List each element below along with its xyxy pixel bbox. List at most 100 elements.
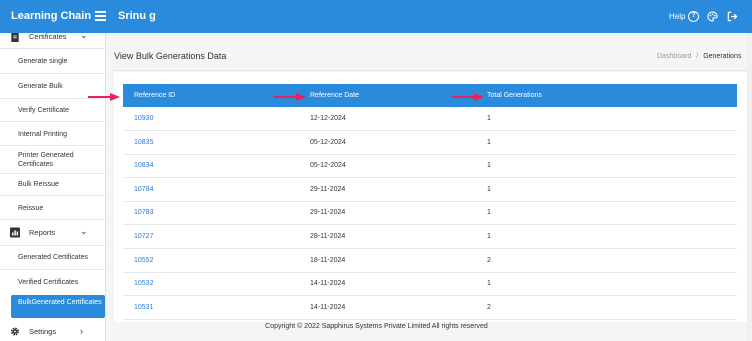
reference-id-link[interactable]: 10783	[134, 209, 153, 216]
sidebar-section-label: Reports	[29, 228, 56, 237]
gear-icon	[11, 327, 19, 336]
column-header-reference-id[interactable]: Reference ID	[134, 92, 175, 99]
sidebar-item-label: Generated Certificates	[18, 254, 89, 261]
sidebar-item-generate-bulk[interactable]: Generate Bulk	[0, 82, 105, 91]
table-row: 10532 14-11-2024 1	[123, 272, 737, 297]
reference-id-link[interactable]: 10784	[134, 186, 153, 193]
column-header-total-generations[interactable]: Total Generations	[487, 92, 542, 99]
sidebar-item-internal-printing[interactable]: Internal Printing	[0, 130, 105, 139]
divider	[0, 145, 105, 146]
scrollbar[interactable]	[747, 33, 752, 341]
table-row: 10783 29-11-2024 1	[123, 201, 737, 226]
total-generations-cell: 1	[487, 162, 491, 170]
sidebar-item-printer-generated[interactable]: Printer Generated Certificates	[0, 151, 90, 169]
total-generations-cell: 1	[487, 115, 491, 122]
sidebar-item-label: Generate single	[18, 58, 68, 65]
document-icon	[11, 33, 19, 42]
sidebar-item-label: Verify Certificate	[18, 107, 69, 114]
total-generations-cell: 1	[487, 185, 491, 193]
sidebar-section-label: Settings	[29, 327, 57, 336]
sidebar-item-label: Verified Certificates	[18, 279, 79, 286]
total-generations-cell: 1	[487, 280, 491, 288]
table-row: 10784 29-11-2024 1	[123, 178, 737, 202]
sidebar-item-bulk-reissue[interactable]: Bulk Reissue	[0, 180, 105, 189]
sidebar-section-reports[interactable]: Reports ⌄	[0, 224, 105, 242]
table-row: 10552 18-11-2024 2	[123, 249, 737, 273]
annotation-arrow-icon	[452, 93, 484, 101]
sidebar-item-reissue[interactable]: Reissue	[0, 204, 105, 213]
reference-date-cell: 14-11-2024	[310, 280, 346, 288]
sidebar-item-label: Bulk Reissue	[18, 181, 59, 188]
reference-date-cell: 18-11-2024	[310, 256, 346, 264]
chart-icon	[10, 227, 20, 238]
reference-date-cell: 05-12-2024	[310, 138, 346, 146]
divider	[0, 195, 105, 196]
table-row: 10834 05-12-2024 1	[123, 154, 737, 179]
total-generations-cell: 2	[487, 256, 491, 264]
breadcrumb-dashboard[interactable]: Dashboard	[657, 53, 691, 60]
divider	[0, 219, 105, 220]
sidebar-item-label: Printer Generated Certificates	[18, 152, 74, 168]
divider	[0, 269, 105, 270]
divider	[0, 73, 105, 74]
sidebar-item-generated-certificates[interactable]: Generated Certificates	[0, 253, 105, 262]
chevron-down-icon: ⌄	[80, 226, 88, 236]
table-header: Reference ID Reference Date Total Genera…	[123, 84, 737, 107]
sidebar-item-label: Generate Bulk	[18, 83, 63, 90]
generations-table-card: Reference ID Reference Date Total Genera…	[114, 72, 748, 322]
sidebar: Certificates ⌄ Generate single Generate …	[0, 33, 106, 341]
user-name: Srinu g	[118, 10, 156, 22]
reference-id-link[interactable]: 10835	[134, 139, 153, 146]
divider	[0, 48, 105, 49]
reference-date-cell: 29-11-2024	[310, 209, 346, 217]
sidebar-item-verify-certificate[interactable]: Verify Certificate	[0, 106, 105, 115]
divider	[0, 173, 105, 174]
reference-date-cell: 05-12-2024	[310, 162, 346, 170]
annotation-arrow-icon	[88, 93, 120, 101]
sidebar-item-label: Internal Printing	[18, 131, 68, 138]
reference-id-link[interactable]: 10532	[134, 280, 153, 287]
annotation-arrow-icon	[274, 93, 306, 101]
table-row: 10930 12-12-2024 1	[123, 107, 737, 131]
top-bar: Learning Chain Srinu g Help ?	[0, 0, 752, 33]
reference-id-link[interactable]: 10727	[134, 233, 153, 240]
sidebar-section-certificates[interactable]: Certificates ⌄	[0, 33, 105, 46]
table-row: 10727 28-11-2024 1	[123, 225, 737, 249]
reference-date-cell: 14-11-2024	[310, 303, 346, 311]
reference-date-cell: 28-11-2024	[310, 233, 346, 240]
total-generations-cell: 1	[487, 233, 491, 240]
reference-id-link[interactable]: 10531	[134, 304, 153, 311]
total-generations-cell: 1	[487, 209, 491, 217]
reference-date-cell: 29-11-2024	[310, 185, 346, 193]
hamburger-menu-icon[interactable]	[95, 11, 106, 21]
total-generations-cell: 1	[487, 138, 491, 146]
sidebar-item-verified-certificates[interactable]: Verified Certificates	[0, 278, 105, 287]
footer-copyright: Copyright © 2022 Sapphirus Systems Priva…	[265, 323, 488, 330]
sidebar-item-bulkgenerated-certificates[interactable]: BulkGenerated Certificates	[11, 295, 105, 318]
brand-logo[interactable]: Learning Chain	[11, 10, 91, 22]
help-icon[interactable]: ?	[688, 11, 699, 22]
sidebar-section-label: Certificates	[29, 33, 67, 41]
sidebar-section-settings[interactable]: Settings ›	[0, 323, 105, 341]
reference-id-link[interactable]: 10834	[134, 162, 153, 169]
reference-date-cell: 12-12-2024	[310, 115, 346, 122]
palette-icon[interactable]	[707, 11, 718, 22]
breadcrumb-current: Generations	[703, 53, 742, 60]
chevron-right-icon: ›	[80, 326, 83, 336]
table-row: 10835 05-12-2024 1	[123, 131, 737, 155]
divider	[0, 245, 105, 246]
sidebar-item-generate-single[interactable]: Generate single	[0, 57, 105, 66]
sidebar-item-label: Reissue	[18, 205, 44, 212]
total-generations-cell: 2	[487, 303, 491, 311]
reference-id-link[interactable]: 10930	[134, 115, 153, 122]
logout-icon[interactable]	[726, 11, 738, 22]
divider	[0, 121, 105, 122]
divider	[114, 70, 748, 71]
table-row: 10531 14-11-2024 2	[123, 296, 737, 320]
breadcrumb: Dashboard / Generations	[657, 53, 741, 60]
column-header-reference-date[interactable]: Reference Date	[310, 92, 359, 99]
help-label[interactable]: Help	[669, 12, 685, 21]
breadcrumb-separator: /	[696, 53, 699, 60]
reference-id-link[interactable]: 10552	[134, 257, 153, 264]
chevron-down-icon: ⌄	[80, 33, 88, 40]
